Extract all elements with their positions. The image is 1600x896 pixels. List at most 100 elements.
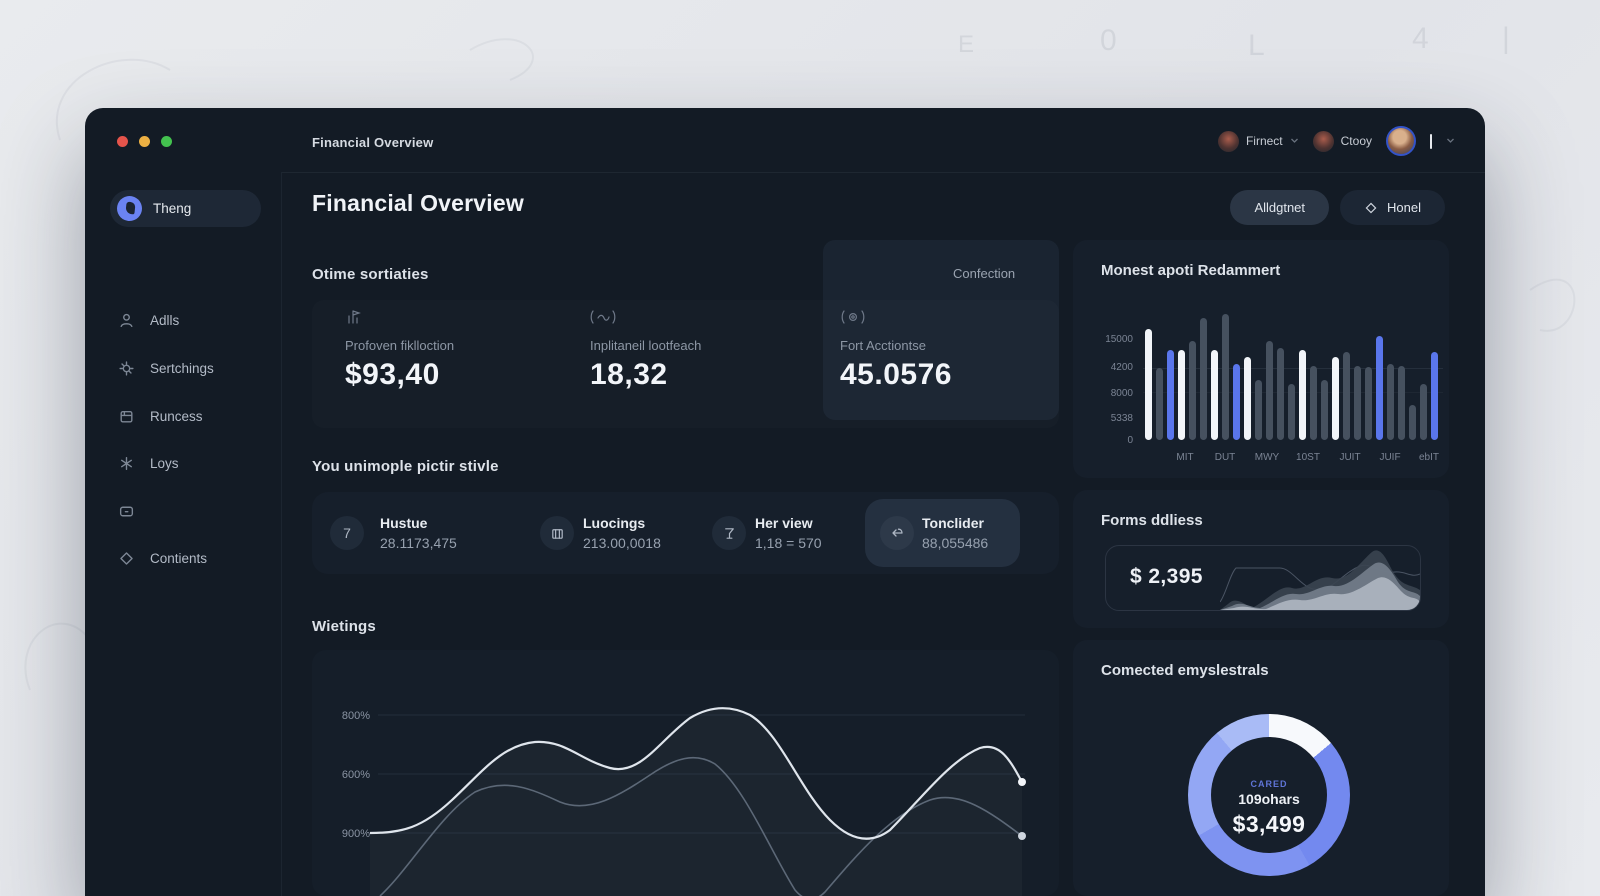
page-title: Financial Overview	[312, 190, 524, 216]
x-tick: JUIF	[1379, 452, 1401, 463]
number-7-icon: 7	[330, 516, 364, 550]
account-menu-primary[interactable]: Firnect	[1217, 130, 1299, 152]
sidebar-item-label: Loys	[150, 456, 179, 471]
svg-text:E: E	[958, 31, 974, 58]
topbar-divider	[282, 172, 1485, 173]
metrics-heading: You unimople pictir stivle	[312, 458, 499, 475]
alldgtnet-button[interactable]: Alldgtnet	[1230, 190, 1330, 225]
bar	[1288, 384, 1295, 440]
bar	[1310, 366, 1317, 440]
at-icon	[840, 306, 866, 328]
bar	[1222, 314, 1229, 440]
y-tick: 8000	[1110, 388, 1133, 399]
svg-text:|: |	[1502, 22, 1510, 55]
forms-value: $ 2,395	[1130, 565, 1203, 588]
donut-hole: CARED 109ohars $3,499	[1211, 737, 1327, 853]
donut-card-title: Comected emyslestrals	[1101, 662, 1269, 679]
stat-value: 45.0576	[840, 358, 952, 391]
metric-value: 213.00,0018	[583, 535, 661, 551]
diamond-icon	[120, 552, 133, 565]
y-tick: 0	[1127, 435, 1133, 446]
card-icon	[120, 411, 133, 423]
chevron-down-icon	[1290, 138, 1298, 143]
bar-chart-card: Monest apoti Redammert 15000 4200 8000 5…	[1073, 240, 1449, 478]
bar	[1211, 350, 1218, 440]
donut-value: $3,499	[1232, 811, 1306, 837]
bar	[1376, 336, 1383, 440]
avatar	[1217, 130, 1239, 152]
return-arrow-icon	[880, 516, 914, 550]
bar	[1420, 384, 1427, 440]
bar	[1398, 366, 1405, 440]
forms-value-box: $ 2,395	[1105, 545, 1421, 611]
donut-center-text: CARED 109ohars $3,499	[1211, 779, 1327, 838]
diamond-icon	[1365, 202, 1377, 213]
chevron-down-icon[interactable]	[1446, 138, 1455, 144]
bar	[1321, 380, 1328, 440]
x-tick: 10ST	[1296, 452, 1320, 463]
button-label: Honel	[1387, 200, 1421, 215]
x-tick: MWY	[1254, 452, 1280, 463]
y-tick: 5338	[1110, 413, 1133, 424]
donut-tag: CARED	[1250, 779, 1288, 789]
sidebar-item-label: Adlls	[150, 313, 180, 328]
minimize-window-button[interactable]	[139, 136, 150, 147]
header-actions: Alldgtnet Honel	[1230, 190, 1445, 225]
donut-chart: CARED 109ohars $3,499	[1188, 714, 1350, 876]
bar	[1409, 405, 1416, 440]
sidebar-item-label: Sertchings	[150, 361, 214, 376]
close-window-button[interactable]	[117, 136, 128, 147]
topbar-title: Financial Overview	[312, 135, 434, 150]
sidebar-item-contients[interactable]: Contients	[118, 550, 207, 567]
bar	[1332, 357, 1339, 440]
account-menu-secondary[interactable]: Ctooy	[1312, 130, 1372, 152]
stat-value: $93,40	[345, 358, 440, 391]
account-label: Firnect	[1245, 134, 1283, 148]
svg-text:L: L	[1248, 29, 1265, 62]
martini-icon	[712, 516, 746, 550]
window-controls	[117, 136, 172, 147]
sidebar-item-label: Theng	[153, 201, 192, 216]
bar	[1189, 341, 1196, 440]
user-icon	[120, 313, 133, 328]
svg-text:4: 4	[1412, 22, 1429, 55]
sidebar-item-label: Contients	[150, 551, 208, 566]
line-chart: 800% 600% 900%	[342, 707, 1026, 896]
line-chart-card: 800% 600% 900%	[312, 650, 1059, 896]
confection-link[interactable]: Confection	[953, 266, 1015, 281]
metric-value: 1,18 = 570	[755, 535, 822, 551]
zoom-window-button[interactable]	[161, 136, 172, 147]
line-chart-heading: Wietings	[312, 618, 376, 635]
user-avatar[interactable]	[1386, 126, 1416, 156]
bar	[1178, 350, 1185, 440]
bar	[1387, 364, 1394, 440]
honel-button[interactable]: Honel	[1340, 190, 1445, 225]
bar	[1354, 366, 1361, 440]
metric-item-tonclider[interactable]: Tonclider 88,055486	[865, 499, 1020, 567]
metric-label: Tonclider	[922, 515, 984, 531]
forms-card: Forms ddliess $ 2,395	[1073, 490, 1449, 628]
stats-heading: Otime sortiaties	[312, 266, 429, 283]
sidebar-item-loys[interactable]: Loys	[118, 455, 179, 472]
asterisk-icon	[121, 456, 132, 471]
stat-value: 18,32	[590, 358, 668, 391]
secondary-endpoint-dot	[1018, 832, 1026, 840]
bar	[1266, 341, 1273, 440]
x-tick: JUIT	[1339, 452, 1361, 463]
sidebar-item-chat[interactable]	[118, 503, 150, 520]
bar	[1255, 380, 1262, 440]
squiggle-icon	[590, 306, 616, 328]
sidebar-item-sertchings[interactable]: Sertchings	[118, 360, 214, 377]
svg-text:800%: 800%	[342, 710, 370, 722]
metric-value: 28.1173,475	[380, 535, 457, 551]
y-tick: 4200	[1110, 362, 1133, 373]
bar	[1167, 350, 1174, 440]
sidebar-item-adlls[interactable]: Adlls	[118, 312, 179, 329]
sidebar-item-runcess[interactable]: Runcess	[118, 408, 203, 425]
bar	[1244, 357, 1251, 440]
account-label: Ctooy	[1340, 134, 1372, 148]
sidebar-item-theng[interactable]: Theng	[110, 190, 261, 227]
sidebar-item-label: Runcess	[150, 409, 203, 424]
avatar	[1312, 130, 1334, 152]
donut-label: 109ohars	[1238, 791, 1300, 807]
